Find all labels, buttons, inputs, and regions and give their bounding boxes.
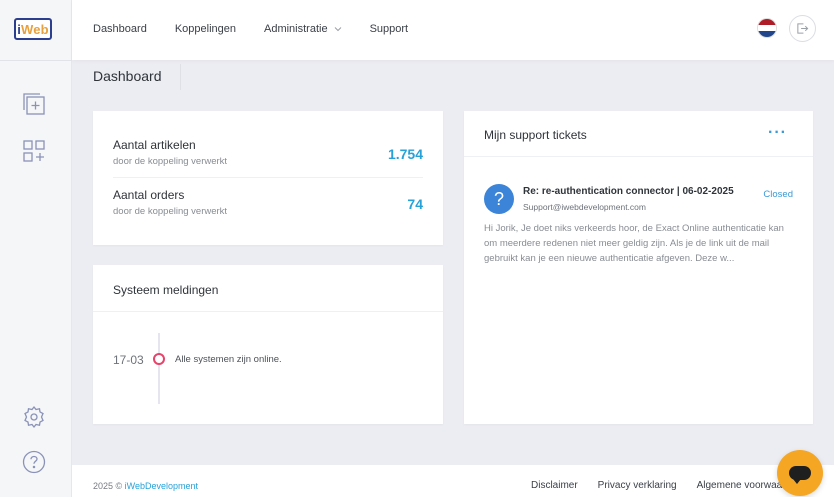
- copyright-year: 2025 ©: [93, 481, 123, 491]
- stat-articles-sub: door de koppeling verwerkt: [113, 156, 228, 167]
- add-window-icon[interactable]: [22, 92, 46, 116]
- ticket-email: Support@iwebdevelopment.com: [523, 202, 646, 212]
- sidebar-divider: [0, 60, 72, 61]
- iweb-logo[interactable]: i Web: [14, 18, 52, 40]
- timeline-line: [158, 333, 160, 404]
- system-notifications-card: Systeem meldingen 17-03 Alle systemen zi…: [93, 265, 443, 424]
- question-avatar-icon: ?: [484, 184, 514, 214]
- sidebar: i Web: [0, 0, 72, 497]
- stat-orders-sub: door de koppeling verwerkt: [113, 206, 228, 217]
- ticket-subject[interactable]: Re: re-authentication connector | 06-02-…: [523, 186, 734, 197]
- stat-articles-label: Aantal artikelen: [113, 138, 196, 152]
- nav-administratie[interactable]: Administratie: [264, 23, 342, 35]
- logout-button[interactable]: [789, 15, 816, 42]
- stat-articles-value: 1.754: [387, 146, 423, 162]
- card-header-divider: [93, 311, 443, 312]
- top-navbar: Dashboard Koppelingen Administratie Supp…: [72, 0, 834, 60]
- dutch-flag-icon[interactable]: [757, 18, 777, 38]
- stat-orders-label: Aantal orders: [113, 188, 185, 202]
- system-notifications-title: Systeem meldingen: [113, 283, 219, 297]
- card-header-divider: [464, 156, 813, 157]
- timeline-date: 17-03: [113, 353, 144, 367]
- add-grid-icon[interactable]: [22, 139, 46, 163]
- nav-administratie-label: Administratie: [264, 23, 328, 35]
- copyright: 2025 © iWebDevelopment: [93, 481, 198, 491]
- logo-text-web: Web: [21, 21, 49, 37]
- stat-divider: [113, 177, 423, 178]
- timeline-message: Alle systemen zijn online.: [175, 354, 282, 365]
- nav-dashboard[interactable]: Dashboard: [93, 23, 147, 35]
- timeline-dot: [153, 353, 165, 365]
- chat-widget-button[interactable]: [777, 450, 823, 496]
- page-title: Dashboard: [93, 68, 162, 84]
- logout-icon: [797, 23, 809, 34]
- stat-articles: Aantal artikelen door de koppeling verwe…: [113, 138, 423, 188]
- help-question-icon[interactable]: [22, 450, 46, 474]
- chat-bubble-icon: [789, 466, 811, 484]
- main-nav: Dashboard Koppelingen Administratie Supp…: [93, 0, 436, 58]
- ticket-status-badge: Closed: [763, 189, 793, 200]
- nav-koppelingen-label: Koppelingen: [174, 23, 236, 35]
- footer: 2025 © iWebDevelopment Disclaimer Privac…: [72, 465, 834, 497]
- settings-gear-icon[interactable]: [22, 405, 46, 429]
- footer-link-disclaimer[interactable]: Disclaimer: [531, 480, 578, 491]
- nav-support[interactable]: Support: [370, 23, 409, 35]
- chevron-down-icon: [334, 27, 341, 32]
- nav-dashboard-label: Dashboard: [93, 23, 147, 35]
- more-options-icon[interactable]: ···: [768, 124, 787, 142]
- stat-orders-value: 74: [407, 196, 423, 212]
- title-separator: [180, 64, 181, 90]
- ticket-preview[interactable]: Hi Jorik, Je doet niks verkeerds hoor, d…: [484, 221, 794, 266]
- stats-card: Aantal artikelen door de koppeling verwe…: [93, 111, 443, 245]
- stat-orders: Aantal orders door de koppeling verwerkt…: [113, 188, 423, 238]
- nav-support-label: Support: [369, 23, 409, 35]
- copyright-company-link[interactable]: iWebDevelopment: [125, 481, 198, 491]
- support-tickets-card: Mijn support tickets ··· ? Re: re-authen…: [464, 111, 813, 424]
- nav-koppelingen[interactable]: Koppelingen: [175, 23, 236, 35]
- support-tickets-title: Mijn support tickets: [484, 128, 587, 142]
- footer-link-privacy[interactable]: Privacy verklaring: [598, 480, 677, 491]
